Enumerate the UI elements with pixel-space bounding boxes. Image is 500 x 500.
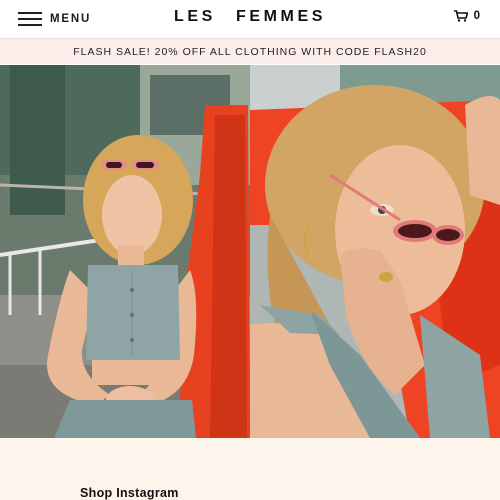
model-with-red-sunglasses-photo[interactable] <box>250 65 500 438</box>
site-header: MENU LES FEMMES 0 <box>0 0 500 38</box>
promo-text: FLASH SALE! 20% OFF ALL CLOTHING WITH CO… <box>73 45 427 58</box>
promo-banner[interactable]: FLASH SALE! 20% OFF ALL CLOTHING WITH CO… <box>0 38 500 64</box>
model-in-gingham-crop-top-photo[interactable] <box>0 65 250 438</box>
hero-images <box>0 65 500 438</box>
cart-count: 0 <box>473 10 480 22</box>
shopping-cart-icon <box>453 10 468 22</box>
shop-instagram-heading: Shop Instagram <box>80 486 179 500</box>
site-logo[interactable]: LES FEMMES <box>0 8 500 26</box>
cart-button[interactable]: 0 <box>453 10 480 22</box>
shop-instagram-section: Shop Instagram <box>0 438 500 500</box>
